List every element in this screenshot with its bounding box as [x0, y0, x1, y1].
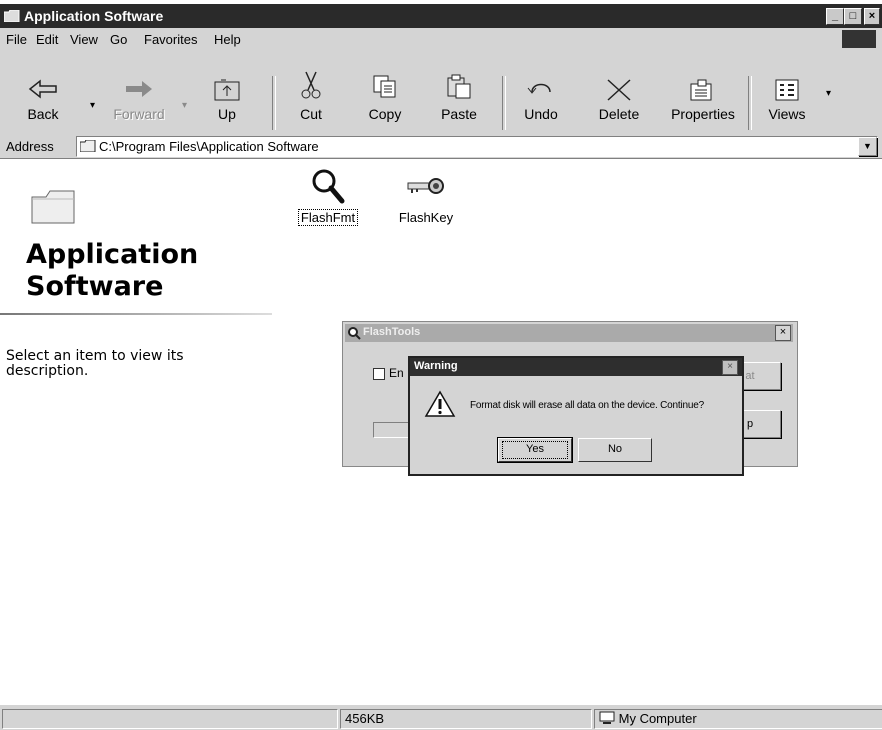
copy-label: Copy	[368, 106, 402, 122]
menu-file[interactable]: File	[6, 32, 27, 47]
file-item-flashkey[interactable]: FlashKey	[386, 167, 466, 225]
back-arrow-icon	[28, 79, 57, 99]
magnifier-icon	[312, 169, 345, 204]
warning-title-bar[interactable]: Warning ×	[410, 358, 742, 376]
forward-button[interactable]: Forward	[104, 50, 174, 130]
status-zone: My Computer	[594, 709, 882, 729]
close-button[interactable]: ×	[722, 360, 738, 375]
paste-button[interactable]: Paste	[424, 50, 494, 130]
status-panel-objects	[2, 709, 338, 729]
views-grid-icon	[775, 79, 799, 101]
undo-label: Undo	[524, 106, 558, 122]
copy-icon	[373, 75, 396, 98]
status-zone-label: My Computer	[618, 711, 697, 726]
forward-dropdown-icon[interactable]: ▾	[182, 100, 187, 111]
views-dropdown-icon[interactable]: ▾	[826, 88, 831, 99]
minimize-button[interactable]: _	[826, 8, 844, 25]
undo-button[interactable]: Undo	[506, 50, 576, 130]
checkbox[interactable]	[373, 368, 385, 380]
window-title: Application Software	[24, 8, 164, 24]
pane-description: Select an item to view its description.	[6, 348, 184, 379]
views-label: Views	[768, 106, 806, 122]
address-dropdown-icon[interactable]: ▼	[858, 137, 877, 156]
menu-favorites[interactable]: Favorites	[144, 32, 197, 47]
up-label: Up	[218, 106, 236, 122]
copy-button[interactable]: Copy	[350, 50, 420, 130]
focus-ring	[502, 441, 568, 459]
address-input[interactable]: C:\Program Files\Application Software ▼	[76, 136, 878, 157]
properties-button[interactable]: Properties	[666, 50, 740, 130]
status-bar: 456KB My Computer	[0, 704, 882, 730]
folder-icon	[80, 140, 96, 152]
forward-arrow-icon	[126, 81, 152, 97]
menu-bar: File Edit View Go Favorites Help	[0, 28, 882, 51]
up-button[interactable]: Up	[192, 50, 262, 130]
properties-label: Properties	[671, 106, 735, 122]
cut-label: Cut	[300, 106, 322, 122]
windows-logo-icon	[842, 30, 876, 48]
address-label: Address	[6, 139, 54, 154]
yes-button[interactable]: Yes	[498, 438, 572, 462]
menu-go[interactable]: Go	[110, 32, 127, 47]
folder-icon	[31, 190, 75, 224]
status-size: 456KB	[340, 709, 592, 729]
flashtools-title: FlashTools	[363, 326, 421, 338]
file-item-flashfmt[interactable]: FlashFmt	[288, 167, 368, 226]
delete-label: Delete	[598, 106, 640, 122]
up-folder-icon	[214, 79, 240, 101]
title-bar[interactable]: Application Software _ □ ×	[0, 4, 882, 28]
folder-icon	[4, 10, 20, 22]
key-icon	[407, 178, 444, 194]
pane-title-line1: Application	[26, 239, 199, 270]
file-label: FlashFmt	[297, 209, 359, 226]
menu-help[interactable]: Help	[214, 32, 241, 47]
delete-x-icon	[607, 79, 631, 101]
no-button[interactable]: No	[578, 438, 652, 462]
toolbar: Back ▾ Forward ▾ Up Cut Copy Paste Undo …	[0, 50, 882, 135]
maximize-button[interactable]: □	[844, 8, 862, 25]
pane-title-line2: Software	[26, 271, 164, 302]
folder-view: Application Software Select an item to v…	[0, 159, 882, 704]
views-button[interactable]: Views	[752, 50, 822, 130]
warning-title: Warning	[414, 360, 458, 372]
menu-view[interactable]: View	[70, 32, 98, 47]
warning-message: Format disk will erase all data on the d…	[470, 400, 704, 411]
forward-label: Forward	[113, 106, 165, 122]
paste-icon	[447, 74, 471, 99]
pane-divider	[0, 313, 272, 315]
scissors-icon	[301, 71, 321, 99]
delete-button[interactable]: Delete	[584, 50, 654, 130]
back-dropdown-icon[interactable]: ▾	[90, 100, 95, 111]
exclamation-icon	[424, 390, 456, 417]
back-button[interactable]: Back	[8, 50, 78, 130]
properties-icon	[690, 79, 712, 101]
web-view-pane: Application Software Select an item to v…	[0, 159, 290, 704]
back-label: Back	[27, 106, 59, 122]
undo-icon	[527, 83, 551, 94]
flashtools-title-bar[interactable]: FlashTools ×	[345, 324, 793, 342]
address-value: C:\Program Files\Application Software	[99, 139, 319, 154]
warning-dialog: Warning × Format disk will erase all dat…	[408, 356, 744, 476]
checkbox-label: En	[389, 366, 404, 380]
file-label: FlashKey	[398, 210, 454, 225]
cut-button[interactable]: Cut	[276, 50, 346, 130]
menu-edit[interactable]: Edit	[36, 32, 58, 47]
address-bar: Address C:\Program Files\Application Sof…	[0, 134, 882, 159]
close-button[interactable]: ×	[864, 8, 880, 25]
computer-icon	[599, 711, 615, 724]
pane-title: Application Software	[26, 239, 276, 303]
close-button[interactable]: ×	[775, 325, 791, 341]
paste-label: Paste	[441, 106, 477, 122]
magnifier-icon	[348, 327, 361, 340]
